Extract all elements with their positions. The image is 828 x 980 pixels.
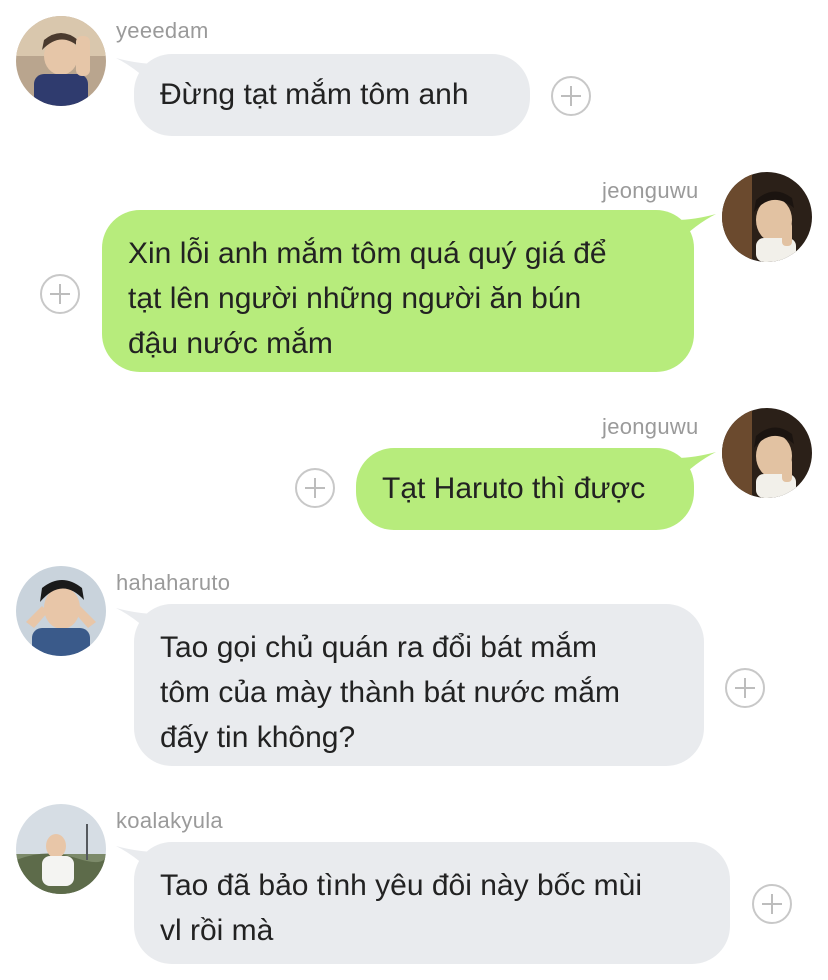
message-text: Tao đã bảo tình yêu đôi này bốc mùi vl r… xyxy=(160,869,642,947)
add-reaction-plus-icon[interactable] xyxy=(752,884,792,924)
username-label: koalakyula xyxy=(116,808,223,833)
message-text: Tao gọi chủ quán ra đổi bát mắm tôm của … xyxy=(160,631,620,754)
username-label: jeonguwu xyxy=(602,178,699,203)
message-bubble[interactable]: Tao gọi chủ quán ra đổi bát mắm tôm của … xyxy=(134,604,704,766)
message-bubble[interactable]: Xin lỗi anh mắm tôm quá quý giá để tạt l… xyxy=(102,210,694,372)
username-label: hahaharuto xyxy=(116,570,231,595)
message-bubble[interactable]: Tạt Haruto thì được xyxy=(356,448,694,530)
avatar-hahaharuto[interactable] xyxy=(16,566,106,656)
message-text: Xin lỗi anh mắm tôm quá quý giá để tạt l… xyxy=(128,237,607,360)
add-reaction-plus-icon[interactable] xyxy=(295,468,335,508)
message-bubble[interactable]: Đừng tạt mắm tôm anh xyxy=(134,54,530,136)
message-text: Tạt Haruto thì được xyxy=(382,472,646,505)
avatar-jeonguwu[interactable] xyxy=(722,408,812,498)
message-bubble[interactable]: Tao đã bảo tình yêu đôi này bốc mùi vl r… xyxy=(134,842,730,964)
username-label: yeeedam xyxy=(116,18,209,43)
add-reaction-plus-icon[interactable] xyxy=(551,76,591,116)
add-reaction-plus-icon[interactable] xyxy=(725,668,765,708)
avatar-yeeedam[interactable] xyxy=(16,16,106,106)
avatar-koalakyula[interactable] xyxy=(16,804,106,894)
add-reaction-plus-icon[interactable] xyxy=(40,274,80,314)
username-label: jeonguwu xyxy=(602,414,699,439)
avatar-jeonguwu[interactable] xyxy=(722,172,812,262)
message-text: Đừng tạt mắm tôm anh xyxy=(160,78,469,111)
